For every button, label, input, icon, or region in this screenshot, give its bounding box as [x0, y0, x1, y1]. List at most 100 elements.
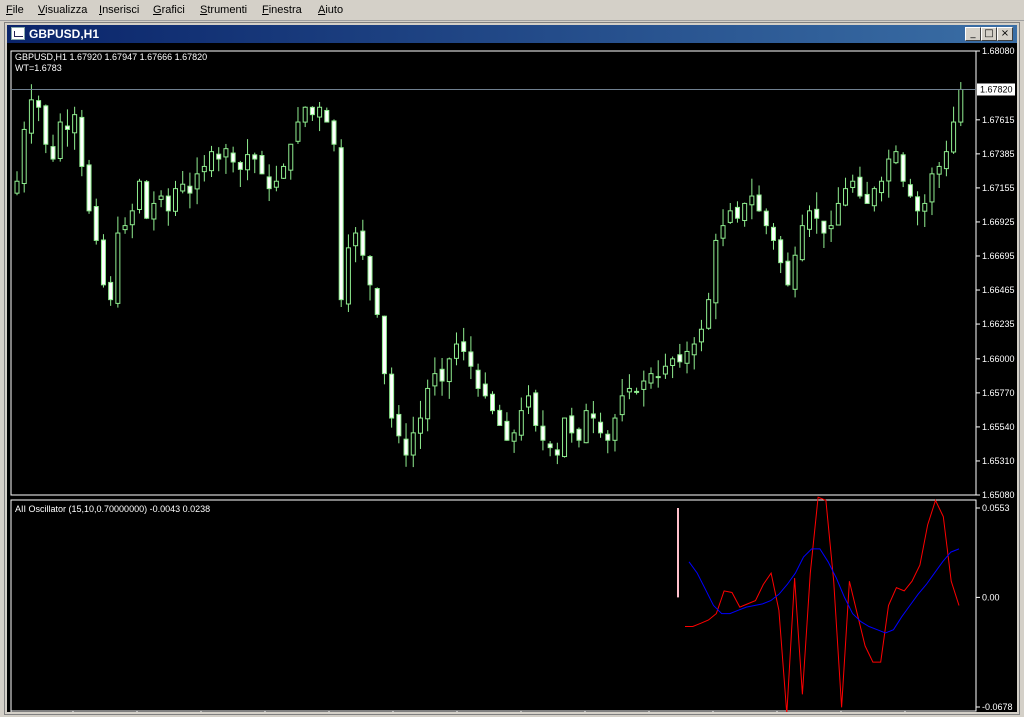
menu-item-label: rafici — [161, 4, 185, 16]
candle-body — [345, 247, 351, 305]
candle-body — [180, 183, 186, 192]
candle-body — [915, 196, 921, 212]
candle — [684, 341, 690, 374]
candle-body — [662, 365, 668, 375]
menu-item-label: inestra — [268, 4, 302, 16]
candle-body — [14, 180, 20, 194]
candle-body — [309, 106, 315, 116]
candle-body — [547, 443, 553, 449]
candle-body — [886, 158, 892, 182]
candle-body — [165, 195, 171, 212]
candle — [698, 319, 704, 352]
menu-item-finestra[interactable]: Finestra — [262, 4, 302, 16]
candle — [706, 292, 712, 330]
y-tick-label: 1.66465 — [982, 285, 1015, 295]
candle — [165, 188, 171, 226]
candle-body — [713, 239, 719, 304]
candle — [151, 191, 157, 231]
candle — [958, 82, 964, 127]
menu-item-aiuto[interactable]: Aiuto — [318, 4, 343, 16]
candle-body — [864, 193, 870, 204]
menu-item-label: trumenti — [207, 4, 248, 16]
candle — [879, 176, 885, 202]
menu-item-strumenti[interactable]: Strumenti — [200, 4, 247, 16]
candle — [547, 441, 553, 457]
osc-y-tick-label: 0.0553 — [982, 503, 1010, 513]
y-tick-label: 1.66235 — [982, 319, 1015, 329]
candle-body — [201, 165, 207, 173]
candle-body — [742, 202, 748, 222]
candle-body — [850, 180, 856, 188]
oscillator-info-line: AII Oscillator (15,10,0.70000000) -0.004… — [15, 504, 210, 514]
candle — [374, 287, 380, 318]
candle — [324, 107, 330, 123]
candle-body — [108, 281, 114, 301]
candle-body — [583, 410, 589, 444]
menu-item-visualizza[interactable]: Visualizza — [38, 4, 87, 16]
y-tick-label: 1.68080 — [982, 46, 1015, 56]
candle — [518, 397, 524, 441]
candle — [540, 410, 546, 451]
chart-window-icon — [11, 27, 25, 40]
candle — [814, 192, 820, 234]
candle — [50, 134, 56, 162]
candle-body — [158, 195, 164, 200]
candle — [843, 177, 849, 207]
candle-body — [562, 417, 568, 458]
candle — [871, 186, 877, 212]
candle — [951, 106, 957, 154]
candle-body — [64, 125, 70, 130]
candle-body — [576, 428, 582, 441]
candle — [792, 246, 798, 298]
candle-body — [302, 106, 308, 123]
candle — [612, 413, 618, 452]
menu-item-grafici[interactable]: Grafici — [153, 4, 185, 16]
candle-body — [497, 409, 503, 426]
candle-body — [281, 165, 287, 179]
candle-body — [511, 432, 517, 442]
candle — [259, 150, 265, 175]
candle-body — [569, 415, 575, 434]
candle — [180, 171, 186, 194]
candle — [446, 357, 452, 399]
chart-canvas[interactable]: 1.68080 1.67615 1.67385 1.67155 1.66925 1.666… — [7, 43, 1017, 712]
candle — [763, 208, 769, 235]
candle — [907, 178, 913, 198]
minimize-button[interactable]: _ — [965, 27, 981, 41]
candle — [605, 430, 611, 454]
title-bar[interactable]: GBPUSD,H1 _ □ × — [7, 25, 1017, 43]
candle — [713, 233, 719, 320]
candle-body — [734, 206, 740, 219]
candle — [317, 101, 323, 132]
maximize-button[interactable]: □ — [981, 27, 997, 41]
candle — [43, 104, 49, 154]
candle-body — [115, 232, 121, 304]
candle-body — [151, 202, 157, 220]
candle — [562, 417, 568, 458]
candle-body — [194, 173, 200, 190]
candle-body — [144, 181, 150, 219]
menu-bar: File Visualizza Inserisci Grafici Strumenti F… — [0, 0, 1024, 21]
menu-item-file[interactable]: File — [6, 4, 24, 16]
candle — [929, 167, 935, 216]
candle-body — [821, 220, 827, 234]
close-button[interactable]: × — [997, 27, 1013, 41]
menu-item-inserisci[interactable]: Inserisci — [99, 4, 139, 16]
y-tick-label: 1.66925 — [982, 217, 1015, 227]
candle-body — [389, 373, 395, 419]
candle — [533, 389, 539, 432]
candle — [389, 367, 395, 428]
candle — [662, 353, 668, 379]
y-tick-label: 1.65310 — [982, 456, 1015, 466]
candle — [223, 143, 229, 174]
candle — [526, 385, 532, 415]
candle-body — [727, 210, 733, 223]
candle-body — [468, 351, 474, 367]
y-tick-label: 1.65080 — [982, 490, 1015, 500]
candle-body — [799, 225, 805, 261]
candle — [821, 220, 827, 248]
candle — [129, 203, 135, 239]
chart-area[interactable]: 1.68080 1.67615 1.67385 1.67155 1.66925 1.666… — [7, 43, 1017, 712]
candle-body — [807, 210, 812, 230]
candle — [590, 401, 596, 434]
